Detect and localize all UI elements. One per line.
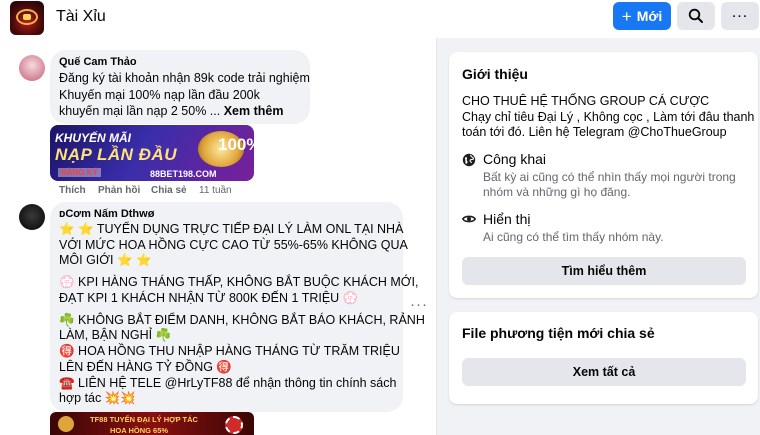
- comment-text-line: ⭐ ⭐ TUYỂN DỤNG TRỰC TIẾP ĐẠI LÝ LÀM ONL …: [59, 222, 404, 236]
- promo-line: TF88 TUYỂN ĐẠI LÝ HỢP TÁC: [90, 415, 198, 424]
- privacy-title: Công khai: [483, 151, 547, 167]
- group-cover-thumbnail[interactable]: [10, 1, 44, 35]
- group-intro-card: Giới thiệu CHO THUÊ HỆ THỐNG GROUP CÁ CƯ…: [449, 52, 758, 298]
- promo-image[interactable]: TF88 TUYỂN ĐẠI LÝ HỢP TÁC HOA HỒNG 65%: [50, 412, 254, 435]
- coin-graphic: [58, 416, 74, 432]
- comment-timestamp[interactable]: 11 tuần: [199, 185, 232, 196]
- promo-domain: 88BET198.COM: [150, 169, 217, 179]
- comment-author[interactable]: ᴅCơm Nấm Dthwø: [59, 208, 154, 220]
- commenter-avatar[interactable]: [19, 55, 45, 81]
- group-header: Tài Xỉu + Mới ...: [0, 0, 760, 38]
- commenter-avatar[interactable]: [19, 204, 45, 230]
- more-icon: ...: [731, 4, 749, 21]
- like-link[interactable]: Thích: [59, 185, 86, 196]
- comment-text-line: 💮 KPI HÀNG THÁNG THẤP, KHÔNG BẮT BUỘC KH…: [59, 275, 419, 289]
- recent-media-card: File phương tiện mới chia sẻ Xem tất cả: [449, 312, 758, 404]
- intro-description-line: toán tới đó. Liên hệ Telegram @ChoThueGr…: [462, 125, 727, 139]
- comment-text-line: khuyến mại lần nạp 2 50% ... Xem thêm: [59, 104, 283, 118]
- promo-cta: ĐĂNG KÝ: [58, 168, 101, 177]
- search-icon: [688, 8, 703, 23]
- see-all-button[interactable]: Xem tất cả: [462, 358, 746, 386]
- eye-icon: [462, 215, 476, 223]
- comment-text-line: MÔI GIỚI ⭐ ⭐: [59, 253, 152, 267]
- comment-author[interactable]: Quế Cam Thảo: [59, 56, 137, 68]
- comment-text-line: ☘️ KHÔNG BẮT ĐIỂM DANH, KHÔNG BẮT BÁO KH…: [59, 313, 425, 327]
- more-options-button[interactable]: ...: [721, 2, 759, 30]
- comment-text-line: ☎️ LIÊN HỆ TELE @HrLyTF88 để nhận thông …: [59, 376, 397, 390]
- privacy-description-line: nhóm và những gì họ đăng.: [483, 185, 631, 199]
- promo-image[interactable]: KHUYẾN MÃI NẠP LẦN ĐẦU 100% ĐĂNG KÝ 88BE…: [50, 125, 254, 181]
- promo-headline: NẠP LẦN ĐẦU: [55, 145, 177, 164]
- comment-text-line: VỚI MỨC HOA HỒNG CỰC CAO TỪ 55%-65% KHÔN…: [59, 238, 408, 252]
- new-post-button[interactable]: + Mới: [613, 2, 671, 30]
- comment-text-line: ĐẠT KPI 1 KHÁCH NHẬN TỪ 800K ĐẾN 1 TRIỆU…: [59, 291, 359, 305]
- comment-text-line: 🉐 HOA HỒNG THU NHẬP HÀNG THÁNG TỪ TRĂM T…: [59, 344, 400, 358]
- comment-text-line: Đăng ký tài khoản nhận 89k code trải ngh…: [59, 71, 310, 85]
- share-link[interactable]: Chia sẻ: [151, 185, 187, 196]
- comment-text-line: LÀM, BẬN NGHỈ ☘️: [59, 328, 172, 342]
- promo-title: KHUYẾN MÃI: [55, 131, 132, 145]
- comment-text-line: hợp tác 💥💥: [59, 391, 136, 405]
- intro-description-line: CHO THUÊ HỆ THỐNG GROUP CÁ CƯỢC: [462, 94, 710, 108]
- promo-line: HOA HỒNG 65%: [110, 426, 169, 435]
- visibility-description: Ai cũng có thể tìm thấy nhóm này.: [483, 230, 664, 244]
- plus-icon: +: [621, 6, 632, 26]
- globe-icon: [462, 153, 476, 167]
- learn-more-button[interactable]: Tìm hiểu thêm: [462, 257, 746, 285]
- search-button[interactable]: [677, 2, 715, 30]
- thumbnail-center: [23, 14, 31, 20]
- see-more-link[interactable]: Xem thêm: [224, 104, 284, 118]
- media-title: File phương tiện mới chia sẻ: [462, 325, 655, 341]
- comments-feed: Quế Cam Thảo Đăng ký tài khoản nhận 89k …: [0, 38, 437, 435]
- intro-description-line: Chạy chỉ tiêu Đại Lý , Không cọc , Làm t…: [462, 110, 755, 124]
- promo-percent: 100%: [218, 135, 254, 154]
- comment-text-line: LÊN ĐẾN HÀNG TỶ ĐỒNG 🉐: [59, 360, 232, 374]
- group-name[interactable]: Tài Xỉu: [56, 8, 106, 26]
- comment-text-line: Khuyến mại 100% nạp lần đầu 200k: [59, 88, 260, 102]
- chip-graphic: [225, 416, 243, 434]
- privacy-description-line: Bất kỳ ai cũng có thể nhìn thấy mọi ngườ…: [483, 170, 736, 184]
- visibility-title: Hiển thị: [483, 211, 531, 227]
- reply-link[interactable]: Phản hồi: [98, 185, 140, 196]
- intro-title: Giới thiệu: [462, 66, 528, 82]
- comment-text-fragment: khuyến mại lần nạp 2 50% ...: [59, 104, 221, 118]
- new-button-label: Mới: [636, 8, 663, 24]
- comment-options-icon[interactable]: ···: [410, 296, 428, 313]
